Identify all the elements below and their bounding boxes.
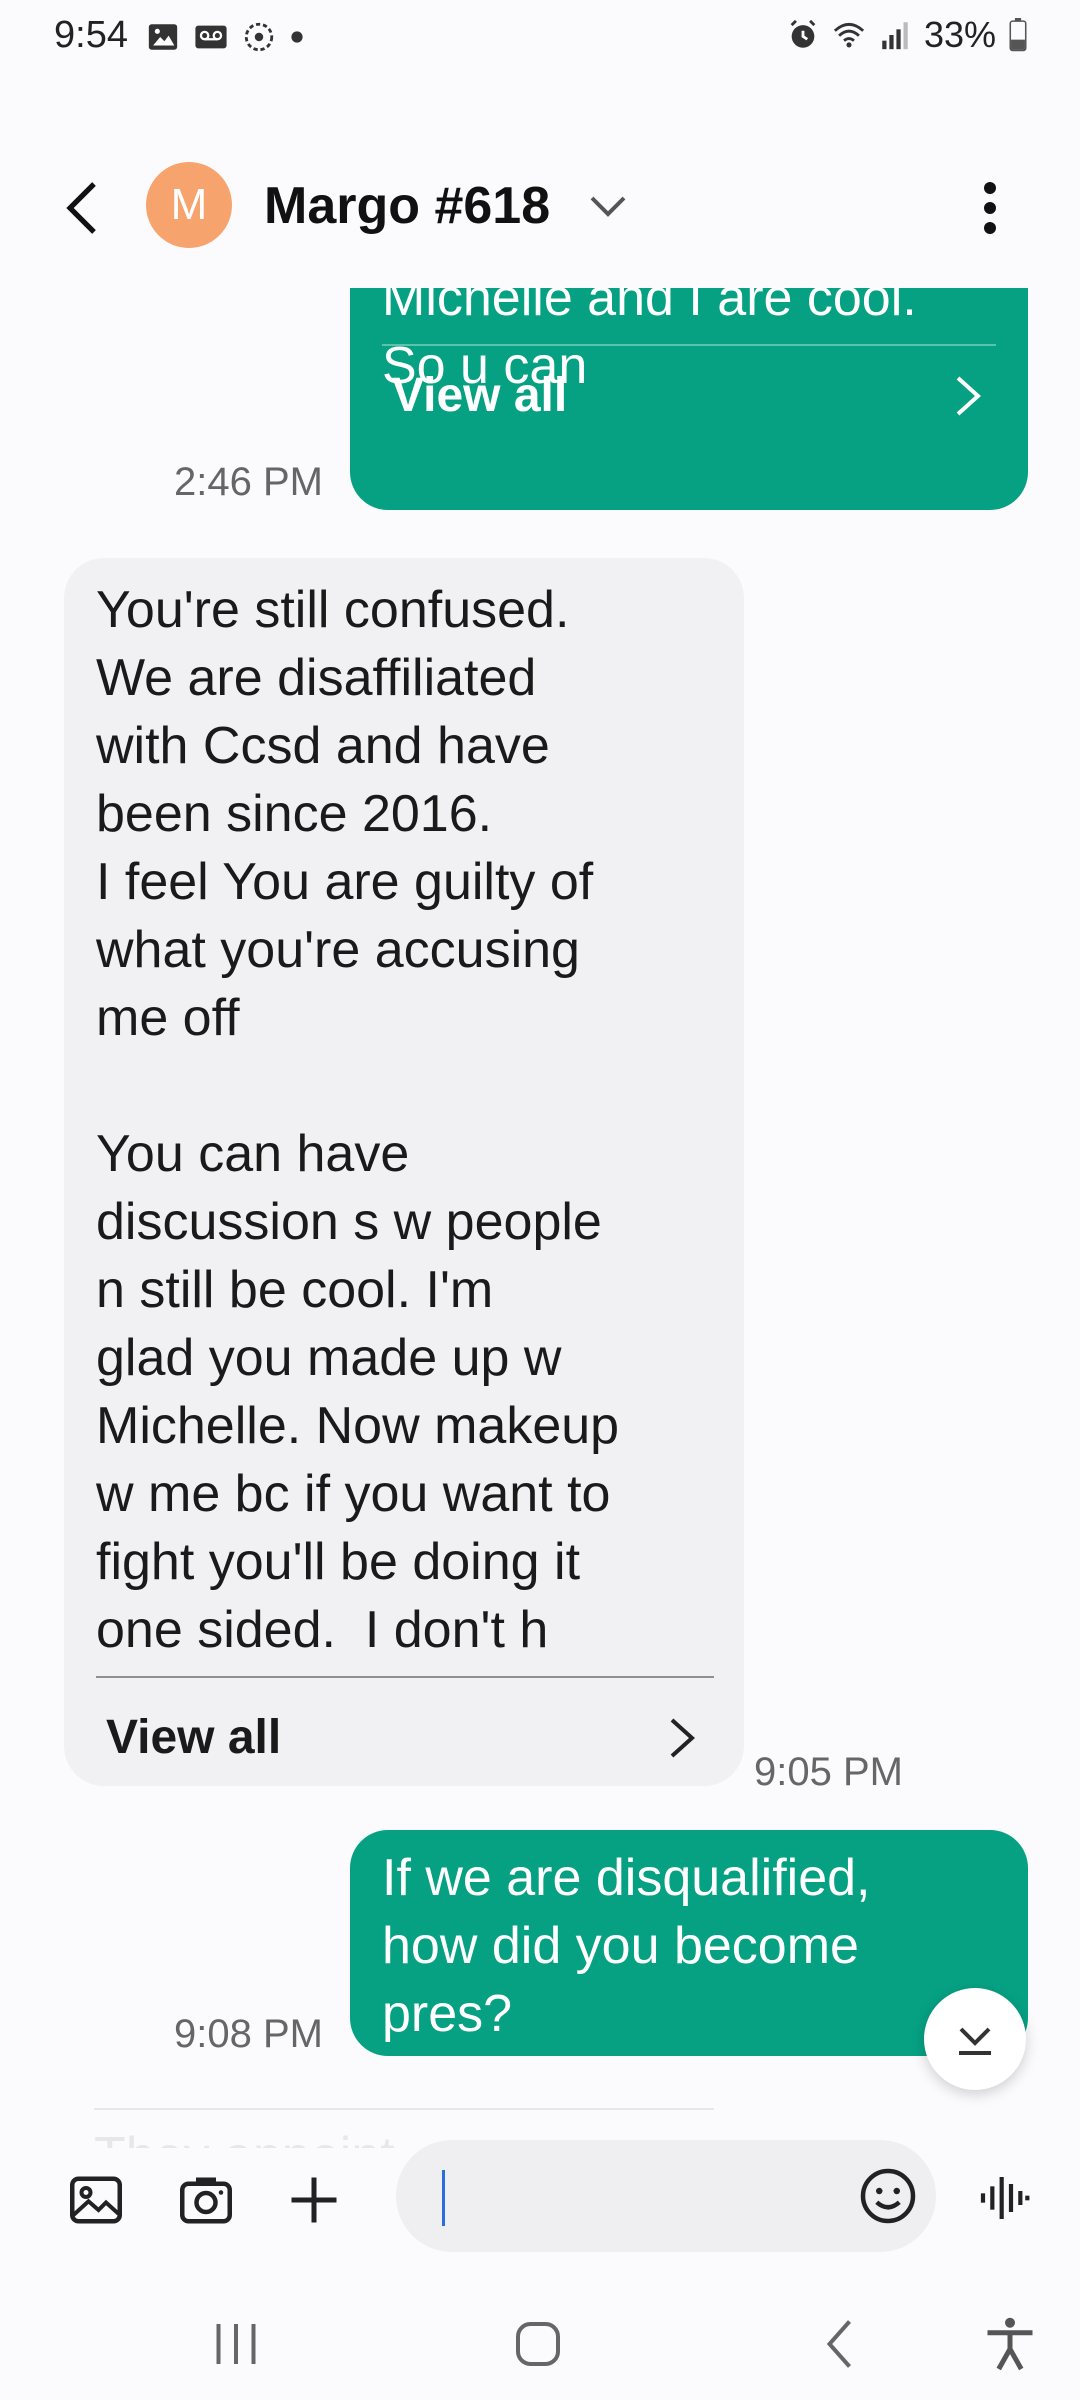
battery-percent: 33% (923, 14, 996, 55)
avatar-letter: M (170, 180, 208, 229)
battery-icon (1009, 18, 1027, 52)
message-input-container[interactable] (396, 2140, 936, 2252)
text-caret (442, 2170, 445, 2226)
accessibility-icon[interactable] (980, 2314, 1040, 2374)
divider (96, 1676, 714, 1678)
dot-icon (291, 31, 303, 43)
message-text: If we are disqualified, how did you beco… (382, 1849, 871, 2043)
incoming-message[interactable]: You're still confused. We are disaffilia… (64, 558, 744, 1786)
back-nav-icon[interactable] (812, 2314, 872, 2374)
system-navigation-bar (0, 2290, 1080, 2400)
signal-icon (882, 22, 908, 50)
more-options-icon[interactable] (970, 178, 1010, 238)
view-all-label: View all (106, 1711, 282, 1764)
wifi-icon (833, 22, 865, 48)
message-input[interactable] (456, 2170, 836, 2226)
view-all-button[interactable]: View all (106, 1706, 696, 1770)
view-all-button[interactable]: View all (392, 364, 982, 428)
outgoing-message[interactable]: Michelle and I are cool. So u can View a… (350, 288, 1028, 510)
divider (382, 344, 996, 346)
image-notification-icon (148, 24, 178, 50)
gallery-icon[interactable] (66, 2170, 126, 2230)
recent-apps-icon[interactable] (206, 2314, 266, 2374)
messages-screen: 9:54 33% M Margo #618 Michelle and I are… (0, 0, 1080, 2400)
message-timestamp: 2:46 PM (174, 460, 323, 504)
status-bar: 9:54 33% (0, 0, 1080, 80)
chevron-right-icon (956, 376, 981, 416)
scroll-down-icon (959, 2027, 991, 2055)
message-timestamp: 9:08 PM (174, 2012, 323, 2056)
chevron-right-icon (670, 1718, 695, 1758)
message-text: You're still confused. We are disaffilia… (96, 581, 620, 1659)
contact-name[interactable]: Margo #618 (264, 176, 550, 236)
scroll-to-bottom-button[interactable] (924, 1988, 1026, 2090)
back-icon[interactable] (58, 180, 108, 236)
status-time: 9:54 (54, 14, 128, 56)
message-list[interactable]: Michelle and I are cool. So u can View a… (0, 288, 1080, 2148)
voicemail-icon (195, 25, 227, 49)
avatar[interactable]: M (146, 162, 232, 248)
chevron-down-icon[interactable] (588, 192, 628, 222)
alarm-icon (790, 19, 816, 48)
add-icon[interactable] (284, 2170, 344, 2230)
sync-icon (244, 22, 274, 52)
emoji-icon[interactable] (858, 2166, 918, 2226)
message-composer (0, 2130, 1080, 2270)
camera-icon[interactable] (176, 2170, 236, 2230)
voice-recorder-icon[interactable] (976, 2170, 1032, 2226)
conversation-header: M Margo #618 (0, 150, 1080, 262)
home-icon[interactable] (508, 2314, 568, 2374)
view-all-label: View all (392, 369, 568, 422)
message-timestamp: 9:05 PM (754, 1750, 903, 1794)
